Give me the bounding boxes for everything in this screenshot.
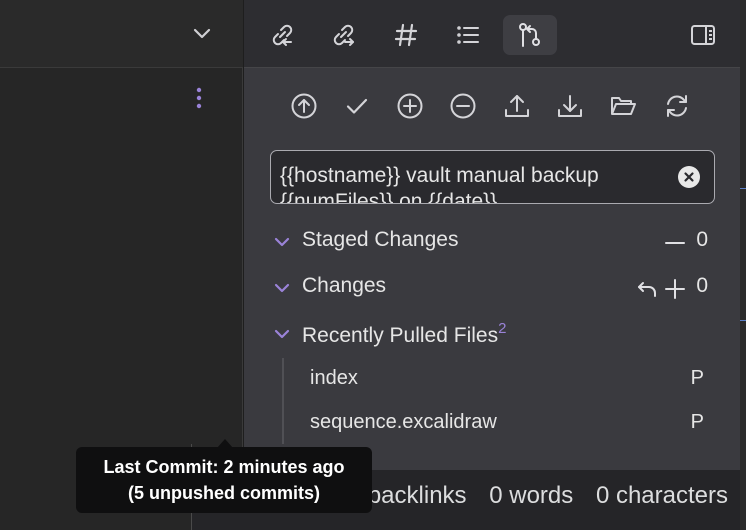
commit-check-icon (346, 98, 368, 114)
incoming-links-icon (272, 24, 293, 46)
close-icon (684, 172, 694, 182)
refresh-icon (667, 95, 687, 117)
stage-all-icon (397, 93, 423, 119)
unstage-all-icon[interactable] (664, 232, 686, 254)
status-word-count: 0 words (489, 482, 574, 509)
pulled-file-row[interactable]: sequence.excalidraw P (310, 407, 710, 437)
download-button[interactable] (552, 88, 588, 124)
tab-outline[interactable] (441, 15, 495, 55)
download-icon (558, 95, 582, 117)
sidebar-toggle-icon (691, 25, 715, 45)
clear-message-button[interactable] (678, 166, 700, 188)
git-action-toolbar (244, 88, 746, 124)
unstage-all-button[interactable] (445, 88, 481, 124)
unstage-all-icon (450, 93, 476, 119)
push-button[interactable] (286, 88, 322, 124)
recently-pulled-label: Recently Pulled Files2 (302, 320, 506, 348)
tree-indent-guide (282, 358, 284, 444)
changes-count: 0 (696, 274, 708, 297)
stage-all-button[interactable] (392, 88, 428, 124)
open-folder-button[interactable] (605, 88, 641, 124)
staged-changes-label: Staged Changes (302, 228, 459, 251)
commit-button[interactable] (339, 88, 375, 124)
last-commit-tooltip: Last Commit: 2 minutes ago (5 unpushed c… (76, 447, 372, 513)
source-control-icon (519, 23, 540, 47)
window-edge (740, 0, 746, 530)
discard-all-icon[interactable] (636, 278, 658, 300)
outgoing-links-icon (333, 24, 354, 46)
tab-source-control[interactable] (503, 15, 557, 55)
chevron-down-icon[interactable] (193, 24, 211, 42)
tag-icon (394, 23, 418, 47)
tab-outgoing-links[interactable] (317, 15, 371, 55)
upload-icon (505, 95, 529, 117)
file-name: sequence.excalidraw (310, 411, 497, 433)
tooltip-line-2: (5 unpushed commits) (127, 483, 320, 503)
refresh-button[interactable] (659, 88, 695, 124)
edge-marker (740, 188, 746, 189)
folder-open-icon (611, 97, 636, 115)
status-character-count: 0 characters (595, 482, 728, 509)
tab-incoming-links[interactable] (256, 15, 310, 55)
recently-pulled-title: Recently Pulled Files (302, 324, 499, 347)
changes-label: Changes (302, 274, 387, 297)
left-pane-header (0, 0, 243, 68)
stage-all-icon[interactable] (664, 278, 686, 300)
sidebar-toggle-button[interactable] (676, 15, 730, 55)
edge-marker (740, 320, 746, 321)
chevron-down-icon[interactable] (274, 326, 290, 342)
staged-changes-section[interactable]: Staged Changes 0 (274, 226, 714, 258)
file-status: P (690, 367, 704, 389)
chevron-down-icon[interactable] (274, 234, 290, 250)
file-status: P (690, 411, 704, 433)
commit-message-input[interactable]: {{hostname}} vault manual backup {{numFi… (270, 150, 715, 204)
tooltip-line-1: Last Commit: 2 minutes ago (103, 457, 345, 477)
commit-message-text[interactable]: {{hostname}} vault manual backup {{numFi… (280, 163, 675, 203)
changes-section[interactable]: Changes 0 (274, 272, 714, 304)
outline-icon (457, 26, 479, 44)
staged-count: 0 (696, 228, 708, 251)
sidebar-tab-bar (244, 0, 746, 68)
recently-pulled-section[interactable]: Recently Pulled Files2 (274, 318, 714, 350)
more-vertical-icon[interactable] (196, 86, 202, 110)
push-icon (291, 93, 317, 119)
file-name: index (310, 367, 358, 389)
pulled-file-row[interactable]: index P (310, 363, 710, 393)
chevron-down-icon[interactable] (274, 280, 290, 296)
upload-button[interactable] (499, 88, 535, 124)
recently-pulled-count: 2 (498, 320, 507, 337)
tab-tags[interactable] (379, 15, 433, 55)
